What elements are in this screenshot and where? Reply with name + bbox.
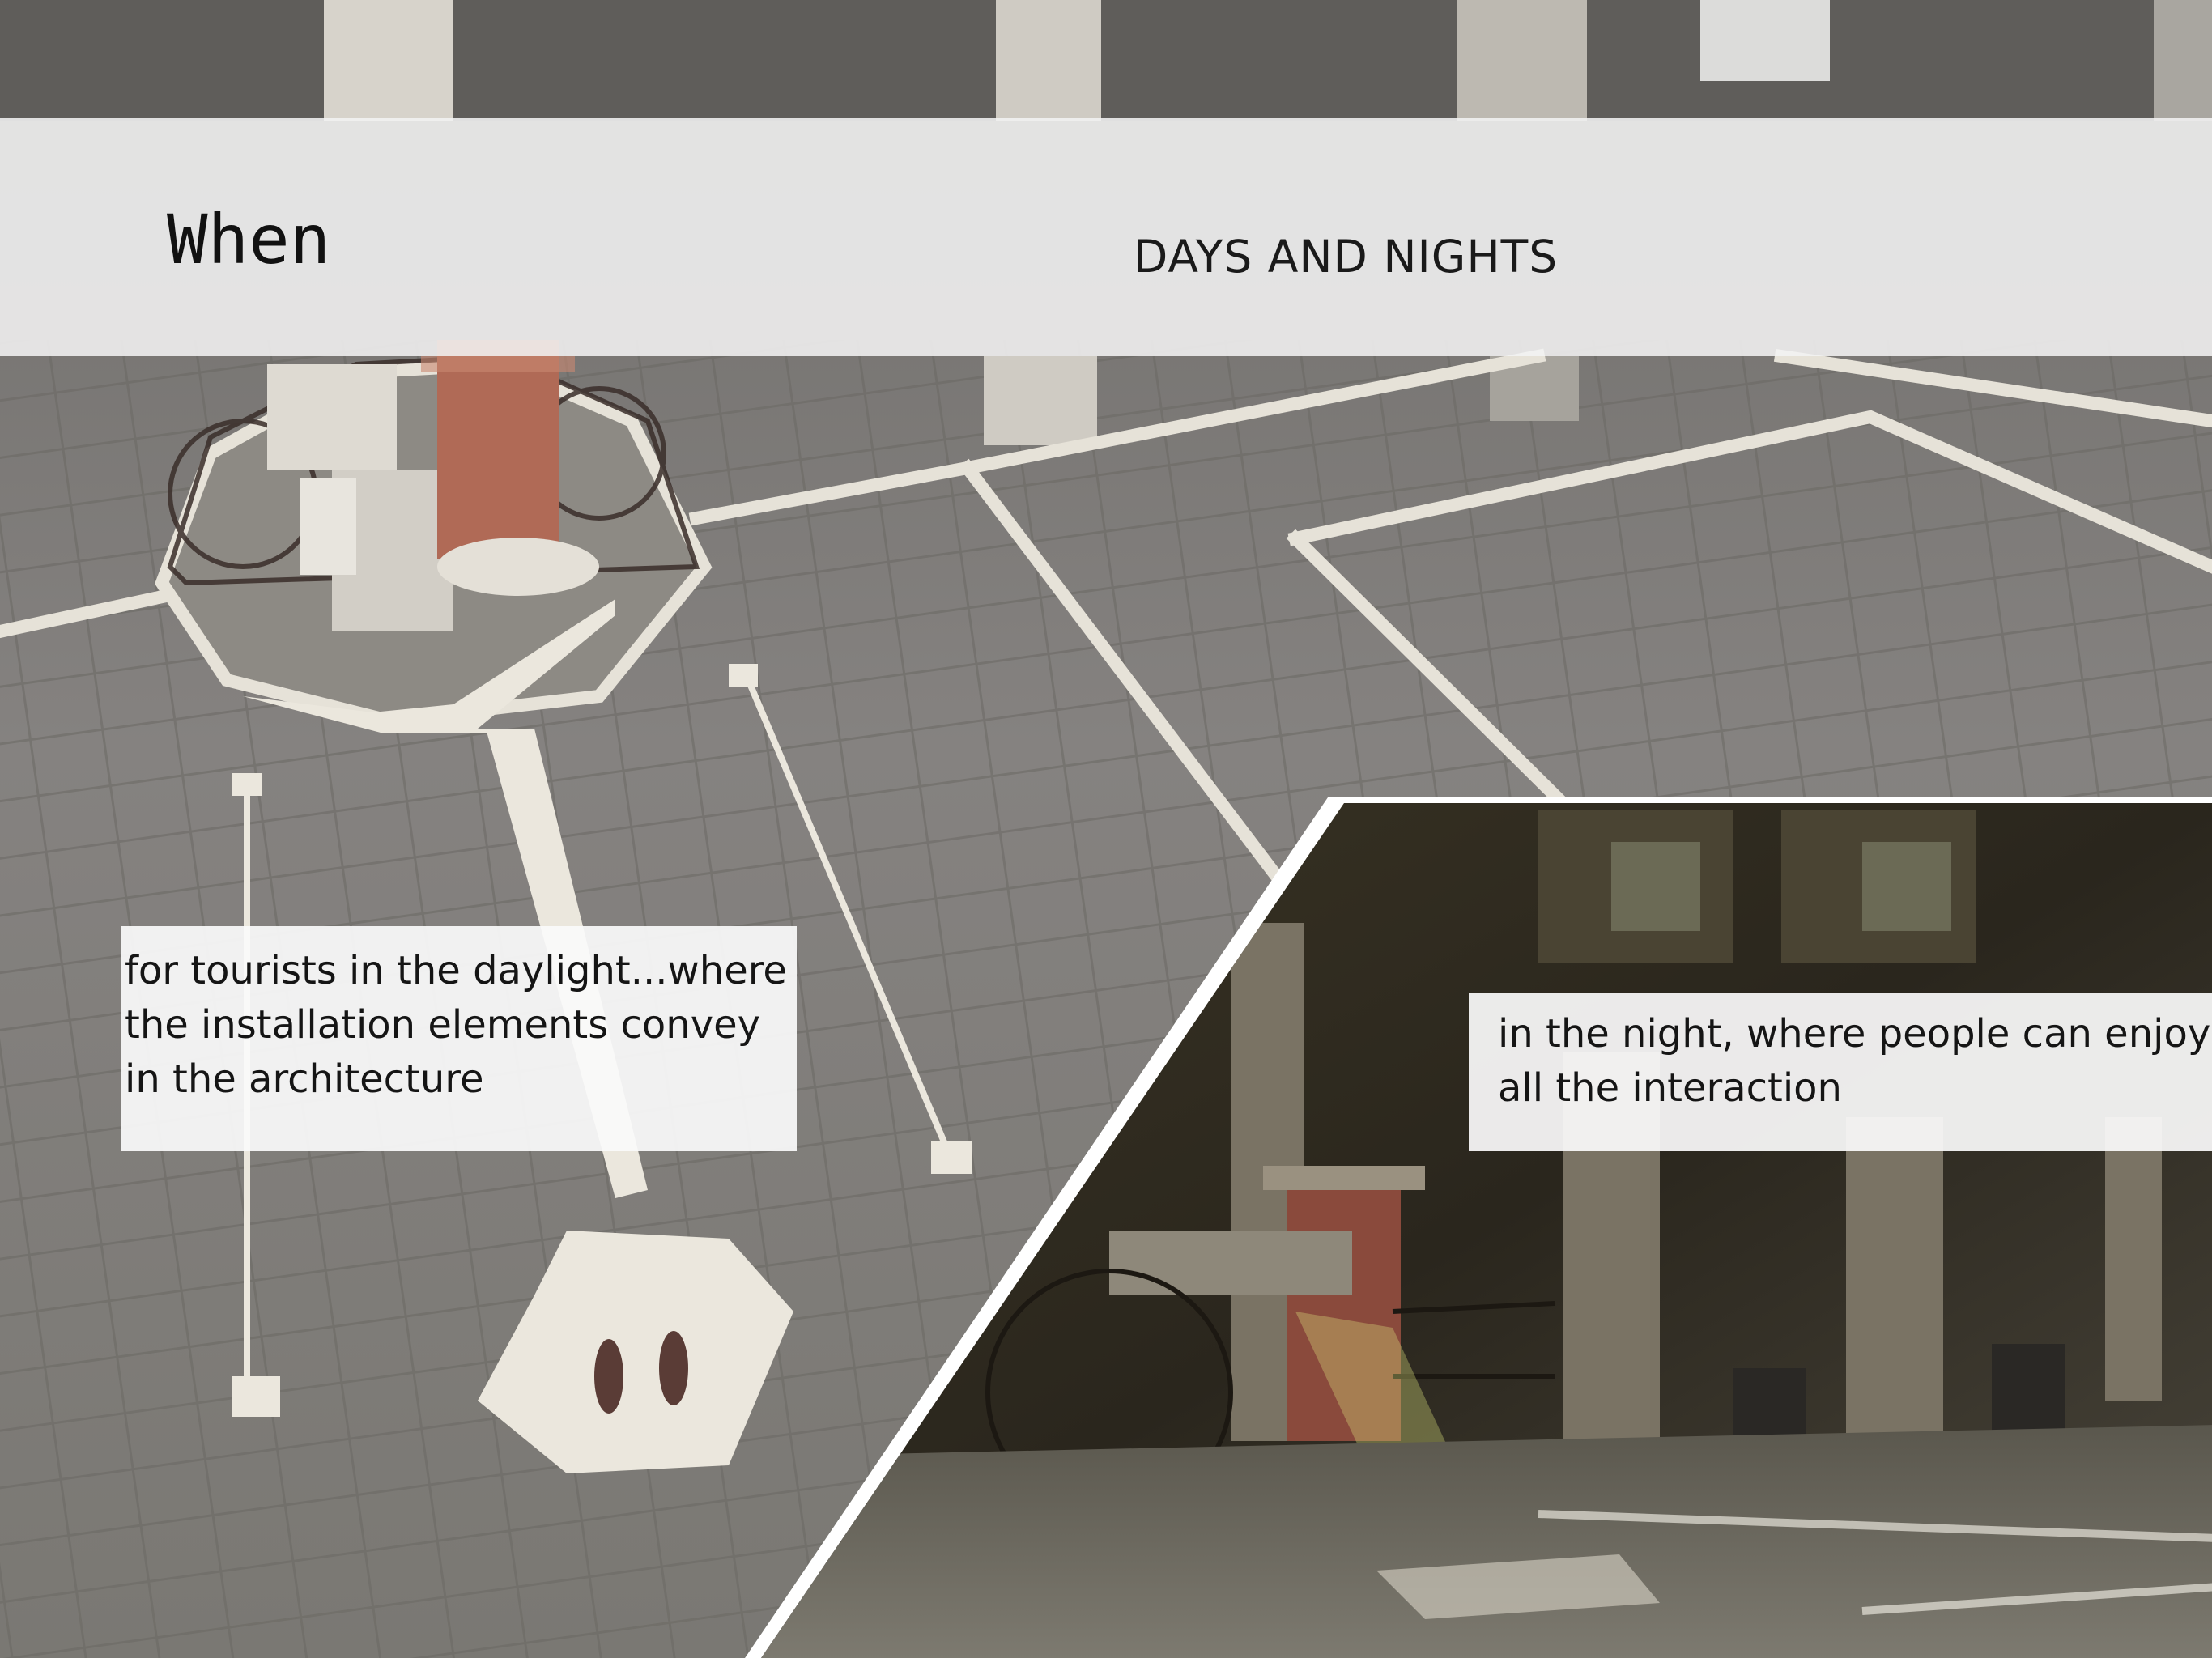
- header-band: [0, 118, 2212, 356]
- night-caption: in the night, where people can enjoy all…: [1469, 993, 2212, 1151]
- slide-title: When: [167, 200, 331, 279]
- slide: When DAYS AND NIGHTS for tourists in the…: [0, 0, 2212, 1658]
- slide-subtitle: DAYS AND NIGHTS: [1134, 231, 1559, 283]
- daylight-caption: for tourists in the daylight...where the…: [121, 926, 797, 1151]
